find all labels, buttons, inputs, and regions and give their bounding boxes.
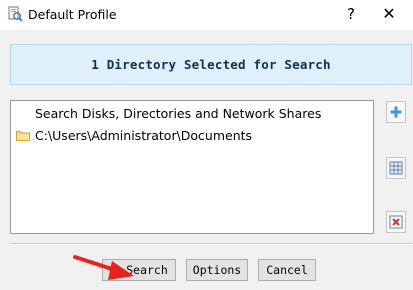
dialog-body: 1 Directory Selected for Search Search D… xyxy=(0,30,413,290)
list-item-label: Search Disks, Directories and Network Sh… xyxy=(35,106,322,121)
select-drives-button[interactable] xyxy=(386,157,406,179)
add-icon xyxy=(390,106,402,118)
list-item-label: C:\Users\Administrator\Documents xyxy=(35,128,253,143)
list-item[interactable]: Search Disks, Directories and Network Sh… xyxy=(11,103,373,123)
search-icon xyxy=(108,264,120,276)
folder-icon xyxy=(16,131,30,141)
cancel-button[interactable]: Cancel xyxy=(258,259,316,281)
separator-highlight xyxy=(10,244,412,245)
search-button-label: Search xyxy=(126,263,168,277)
list-item[interactable]: C:\Users\Administrator\Documents xyxy=(11,125,373,145)
grid-icon xyxy=(389,161,403,175)
directory-list[interactable]: Search Disks, Directories and Network Sh… xyxy=(10,100,374,234)
selection-banner: 1 Directory Selected for Search xyxy=(10,44,412,85)
help-button[interactable]: ? xyxy=(341,3,361,25)
window-title: Default Profile xyxy=(28,7,117,22)
close-button[interactable]: ✕ xyxy=(378,3,400,25)
add-directory-button[interactable] xyxy=(386,101,406,123)
title-bar: Default Profile ? ✕ xyxy=(0,0,413,30)
banner-text: 1 Directory Selected for Search xyxy=(91,57,331,72)
options-button[interactable]: Options xyxy=(186,259,248,281)
remove-icon xyxy=(389,215,403,229)
app-icon xyxy=(8,6,23,22)
remove-directory-button[interactable] xyxy=(386,211,406,233)
search-button[interactable]: Search xyxy=(102,259,176,281)
